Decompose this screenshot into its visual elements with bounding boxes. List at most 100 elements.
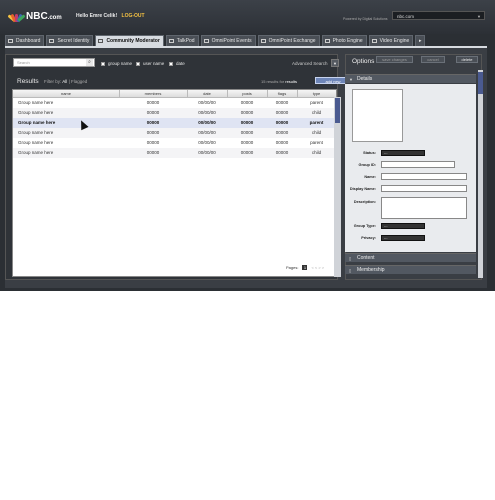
section-details-header[interactable]: ▼ Details [345,74,476,83]
section-label: Content [357,255,375,261]
header: NBC.com Hello Emre Celik! LOG-OUT Powere… [0,0,495,34]
group-id-field[interactable] [381,161,455,168]
logo-text: NBC [26,11,48,22]
page-nav[interactable]: < < > > [311,265,324,270]
cell-posts: 00000 [240,110,254,115]
cell-flags: 00000 [275,140,289,145]
column-header-name[interactable]: name [13,90,120,97]
tab-icon [324,39,330,43]
cell-date: 00/00/00 [198,150,216,155]
delete-button[interactable]: delete [456,56,478,63]
group-image-placeholder[interactable] [352,89,403,142]
column-header-flags[interactable]: flags [267,90,298,97]
column-header-members[interactable]: members [119,90,188,97]
cell-members: 00000 [146,100,160,105]
search-input[interactable]: Search ⌕ [13,58,95,67]
select-value: --- [384,236,388,240]
cell-flags: 00000 [275,120,289,125]
tab-photo-engine[interactable]: Photo Engine [321,35,367,46]
cell-date: 00/00/00 [198,140,216,145]
tab-talkpod[interactable]: TalkPod [165,35,199,46]
table-scrollbar[interactable] [334,97,341,277]
cell-type: child [311,110,322,115]
cell-name: Group name here [18,150,54,155]
cell-name: Group name here [18,120,56,125]
table-row[interactable]: Group name here 00000 00/00/00 00000 00000 ch… [13,128,336,138]
cell-members: 00000 [146,140,160,145]
status-label: Status: [363,151,376,155]
cell-posts: 00000 [240,100,254,105]
filter-all-link[interactable]: All [62,79,67,84]
cell-date: 00/00/00 [198,120,216,125]
advanced-search-toggle[interactable]: ▼ [331,59,339,67]
chevron-down-icon: ▼ [349,77,353,82]
group-type-select[interactable]: --- [381,223,425,229]
tab-label: TalkPod [176,37,195,44]
table-row[interactable]: Group name here 00000 00/00/00 00000 00000 ch… [13,148,336,158]
group-type-label: Group Type: [353,224,376,228]
tab-bar: Dashboard Secret Identity Community Mode… [5,35,427,46]
privacy-label: Privacy: [361,236,376,240]
filter-flagged-link[interactable]: Flagged [71,79,87,84]
page-number-current[interactable]: 1 [302,265,308,270]
nbc-logo[interactable]: NBC.com [7,11,62,22]
filter-group-name-checkbox[interactable]: group name [101,61,132,66]
search-placeholder: Search [17,60,30,65]
cell-flags: 00000 [275,100,289,105]
column-header-posts[interactable]: posts [227,90,268,97]
greeting-text: Hello Emre Celik! [76,13,118,19]
select-value: --- [384,151,388,155]
table-row[interactable]: Group name here 00000 00/00/00 00000 00000 ch… [13,108,336,118]
table-row[interactable]: Group name here 00000 00/00/00 00000 00000 pa… [13,118,336,128]
section-content-header[interactable]: ▯ Content [345,253,476,262]
filter-user-name-checkbox[interactable]: user name [136,61,164,66]
tab-omnipoint-events[interactable]: OmniPoint Events [200,35,256,46]
checkbox-box[interactable] [101,61,105,66]
table-row[interactable]: Group name here 00000 00/00/00 00000 00000 pa… [13,138,336,148]
tab-icon [203,39,209,43]
tab-video-engine[interactable]: Video Engine [368,35,414,46]
column-header-type[interactable]: type [297,90,336,97]
tab-dashboard[interactable]: Dashboard [5,35,45,46]
section-membership-header[interactable]: ▯ Membership [345,265,476,274]
tab-community-moderator[interactable]: Community Moderator [95,35,164,46]
cell-type: parent [309,120,324,125]
tab-label: Dashboard [16,37,41,44]
name-field[interactable] [381,173,467,180]
display-name-field[interactable] [381,185,467,192]
save-changes-button[interactable]: save changes [376,56,413,63]
filter-date-checkbox[interactable]: date [169,61,185,66]
display-name-label: Display Name: [349,187,376,191]
tab-icon [260,39,266,43]
add-tab-button[interactable]: ▸ [415,35,426,46]
tab-secret-identity[interactable]: Secret Identity [46,35,94,46]
scrollbar-thumb[interactable] [335,98,340,123]
checkbox-box[interactable] [169,61,173,66]
advanced-search-link[interactable]: Advanced Search [292,61,328,66]
tab-label: OmniPoint Events [211,37,252,44]
cell-members: 00000 [146,150,160,155]
scrollbar-thumb[interactable] [478,72,483,94]
logout-link[interactable]: LOG-OUT [122,13,145,19]
results-table: name members date posts flags type Group… [12,89,337,277]
tab-omnipoint-exchange[interactable]: OmniPoint Exchange [257,35,320,46]
column-header-date[interactable]: date [187,90,228,97]
options-scrollbar[interactable] [478,70,483,278]
cell-name: Group name here [18,100,54,105]
tab-icon [49,39,55,43]
site-select[interactable]: nbc.com ▼ [392,11,485,20]
table-row[interactable]: Group name here 00000 00/00/00 00000 00000 pa… [13,98,336,108]
cancel-button[interactable]: cancel [421,56,445,63]
privacy-select[interactable]: --- [381,235,425,241]
results-count-text: 15 results for [261,79,285,84]
checkbox-label: date [176,61,185,66]
search-icon[interactable]: ⌕ [86,59,93,66]
cell-type: parent [310,140,323,145]
description-field[interactable] [381,197,467,219]
status-select[interactable]: --- [381,150,425,156]
cell-type: parent [310,100,323,105]
cell-posts: 00000 [240,150,254,155]
checkbox-box[interactable] [136,61,140,66]
chevron-down-icon: ▼ [477,14,481,19]
section-label: Details [357,76,373,82]
